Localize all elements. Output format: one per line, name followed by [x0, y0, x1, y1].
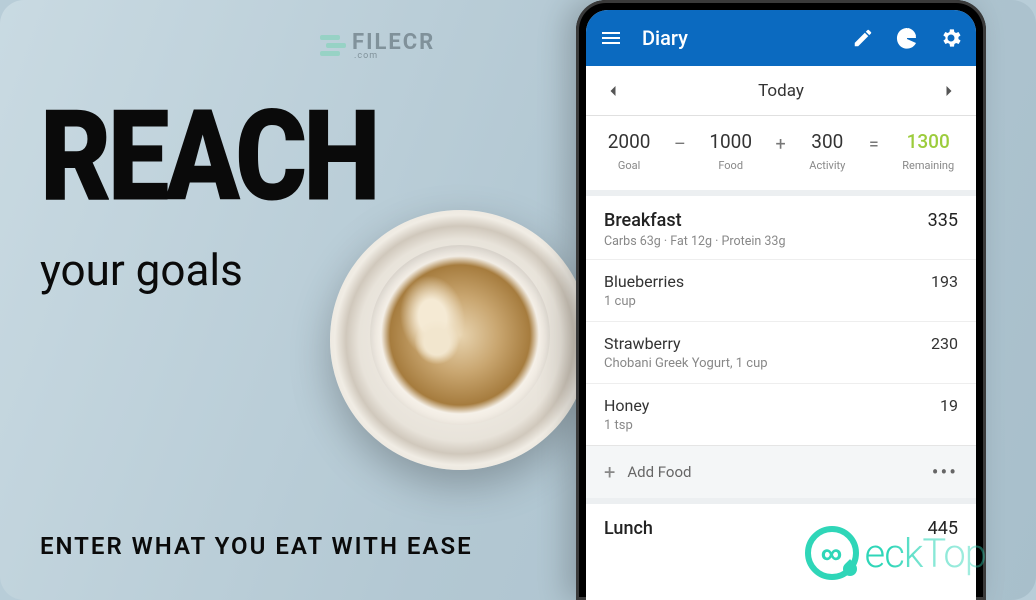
stat-activity: 300 Activity — [809, 130, 845, 172]
stat-goal-value: 2000 — [608, 130, 651, 153]
appbar-title: Diary — [642, 26, 832, 50]
op-minus: – — [674, 134, 686, 169]
filecr-logo-icon — [320, 35, 346, 56]
promo-tagline: ENTER WHAT YOU EAT WITH EASE — [40, 532, 473, 560]
more-icon[interactable]: ••• — [932, 460, 958, 484]
watermark-text: eckTop — [865, 530, 986, 577]
food-serving: 1 tsp — [604, 418, 649, 433]
date-navigator: Today — [586, 66, 976, 116]
calorie-summary[interactable]: 2000 Goal – 1000 Food + 300 Activity = 1… — [586, 116, 976, 196]
food-name: Honey — [604, 396, 649, 415]
next-day-icon[interactable] — [938, 80, 960, 102]
stat-goal: 2000 Goal — [608, 130, 651, 172]
add-food-label: Add Food — [627, 463, 691, 481]
settings-icon[interactable] — [938, 25, 964, 51]
op-equals: = — [869, 134, 879, 169]
watermark: ∞ eckTop — [805, 526, 986, 580]
food-name: Strawberry — [604, 334, 768, 353]
food-item[interactable]: Honey 1 tsp 19 — [586, 383, 976, 445]
stat-activity-value: 300 — [811, 130, 843, 153]
filecr-logo: FILECR .com — [320, 30, 435, 61]
food-calories: 193 — [931, 272, 958, 291]
plus-icon: + — [604, 462, 615, 482]
stat-goal-label: Goal — [618, 159, 640, 172]
food-calories: 19 — [940, 396, 958, 415]
meal-calories: 335 — [928, 210, 958, 231]
food-item[interactable]: Strawberry Chobani Greek Yogurt, 1 cup 2… — [586, 321, 976, 383]
stat-remaining: 1300 Remaining — [902, 130, 954, 172]
add-food-button[interactable]: + Add Food — [604, 462, 692, 482]
stat-food: 1000 Food — [709, 130, 752, 172]
food-name: Blueberries — [604, 272, 684, 291]
coffee-image — [330, 210, 590, 470]
meal-header-breakfast[interactable]: Breakfast Carbs 63g · Fat 12g · Protein … — [586, 196, 976, 259]
meal-macros: Carbs 63g · Fat 12g · Protein 33g — [604, 234, 785, 249]
promo-subhead: your goals — [40, 244, 377, 296]
food-calories: 230 — [931, 334, 958, 353]
add-food-row: + Add Food ••• — [586, 445, 976, 504]
prev-day-icon[interactable] — [602, 80, 624, 102]
date-label[interactable]: Today — [758, 81, 804, 101]
watermark-icon: ∞ — [805, 526, 859, 580]
food-serving: 1 cup — [604, 294, 684, 309]
stat-food-value: 1000 — [709, 130, 752, 153]
op-plus: + — [776, 134, 786, 169]
promo-headline-block: REACH your goals — [40, 110, 377, 296]
meal-name: Breakfast — [604, 210, 785, 231]
edit-icon[interactable] — [850, 25, 876, 51]
meal-name: Lunch — [604, 518, 653, 539]
app-bar: Diary — [586, 10, 976, 66]
menu-icon[interactable] — [598, 25, 624, 51]
stat-remaining-value: 1300 — [907, 130, 950, 153]
food-serving: Chobani Greek Yogurt, 1 cup — [604, 356, 768, 371]
stat-remaining-label: Remaining — [902, 159, 954, 172]
promo-headline: REACH — [40, 103, 377, 211]
food-item[interactable]: Blueberries 1 cup 193 — [586, 259, 976, 321]
stat-food-label: Food — [718, 159, 743, 172]
stat-activity-label: Activity — [809, 159, 845, 172]
pie-chart-icon[interactable] — [894, 25, 920, 51]
phone-screen: Diary Today 2000 Goal — [586, 10, 976, 600]
phone-frame: Diary Today 2000 Goal — [576, 0, 986, 600]
